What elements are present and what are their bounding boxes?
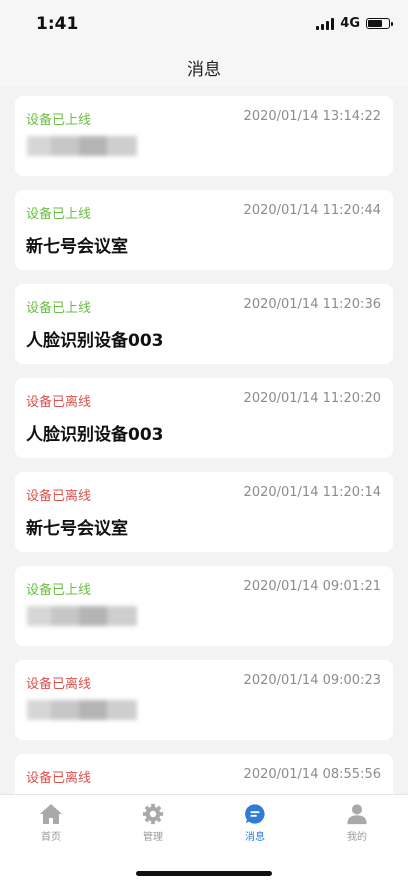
user-icon — [347, 804, 367, 825]
message-timestamp: 2020/01/14 08:55:56 — [243, 767, 381, 782]
message-status: 设备已上线 — [26, 583, 92, 598]
message-card[interactable]: 设备已上线 2020/01/14 13:14:22 — [15, 96, 393, 176]
tab-label: 消息 — [245, 832, 265, 843]
message-card[interactable]: 设备已离线 2020/01/14 11:20:20 人脸识别设备003 — [15, 378, 393, 458]
message-card[interactable]: 设备已上线 2020/01/14 11:20:36 人脸识别设备003 — [15, 284, 393, 364]
message-list[interactable]: 设备已上线 2020/01/14 13:14:22 设备已上线 2020/01/… — [0, 86, 408, 794]
status-time: 1:41 — [36, 14, 79, 34]
message-timestamp: 2020/01/14 11:20:44 — [243, 203, 381, 218]
message-card[interactable]: 设备已上线 2020/01/14 11:20:44 新七号会议室 — [15, 190, 393, 270]
message-status: 设备已离线 — [26, 677, 92, 692]
gear-icon — [142, 803, 164, 825]
message-timestamp: 2020/01/14 11:20:20 — [243, 391, 381, 406]
message-status: 设备已上线 — [26, 301, 92, 316]
message-status: 设备已离线 — [26, 489, 92, 504]
message-timestamp: 2020/01/14 11:20:36 — [243, 297, 381, 312]
device-name: 新七号会议室 — [26, 519, 128, 539]
status-bar: 1:41 4G — [0, 0, 408, 48]
message-timestamp: 2020/01/14 09:01:21 — [243, 579, 381, 594]
tab-label: 我的 — [347, 832, 367, 843]
tab-label: 首页 — [41, 832, 61, 843]
message-timestamp: 2020/01/14 11:20:14 — [243, 485, 381, 500]
nav-bar: 消息 — [0, 48, 408, 86]
message-icon — [245, 804, 265, 824]
network-type: 4G — [340, 16, 360, 31]
message-status: 设备已离线 — [26, 771, 92, 786]
signal-icon — [316, 17, 335, 30]
page-title: 消息 — [187, 59, 221, 80]
device-name: 新七号会议室 — [26, 237, 128, 257]
message-card[interactable]: 设备已离线 2020/01/14 11:20:14 新七号会议室 — [15, 472, 393, 552]
tab-messages[interactable]: 消息 — [225, 803, 285, 853]
message-card[interactable]: 设备已离线 2020/01/14 09:00:23 — [15, 660, 393, 740]
message-timestamp: 2020/01/14 09:00:23 — [243, 673, 381, 688]
redacted-device-name — [17, 134, 147, 158]
redacted-device-name — [17, 698, 147, 722]
status-indicators: 4G — [316, 16, 393, 31]
message-status: 设备已上线 — [26, 207, 92, 222]
home-indicator — [136, 871, 272, 876]
message-status: 设备已上线 — [26, 113, 92, 128]
redacted-device-name — [17, 604, 147, 628]
message-status: 设备已离线 — [26, 395, 92, 410]
device-name: 人脸识别设备003 — [26, 331, 164, 351]
tab-profile[interactable]: 我的 — [327, 803, 387, 853]
tab-bar: 首页 管理 消息 我的 — [0, 794, 408, 884]
message-card[interactable]: 设备已上线 2020/01/14 09:01:21 — [15, 566, 393, 646]
tab-label: 管理 — [143, 832, 163, 843]
tab-home[interactable]: 首页 — [21, 803, 81, 853]
home-icon — [40, 804, 62, 824]
device-name: 人脸识别设备003 — [26, 425, 164, 445]
battery-icon — [366, 18, 393, 29]
tab-manage[interactable]: 管理 — [123, 803, 183, 853]
message-timestamp: 2020/01/14 13:14:22 — [243, 109, 381, 124]
message-card[interactable]: 设备已离线 2020/01/14 08:55:56 — [15, 754, 393, 794]
